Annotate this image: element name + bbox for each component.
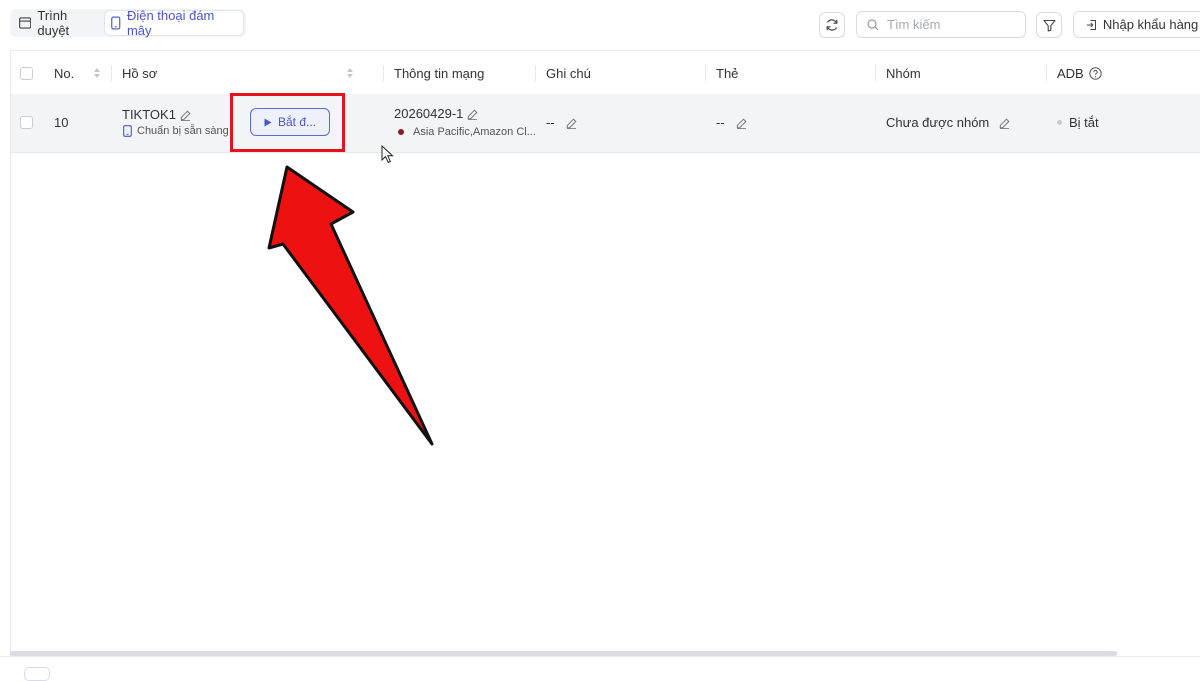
col-profile[interactable]: Hồ sơ	[122, 51, 157, 95]
highlight-box	[230, 93, 345, 152]
toolbar: Trình duyệt Điện thoại đám mây Nhập khẩu…	[0, 0, 1200, 48]
edit-icon[interactable]	[736, 118, 747, 130]
tag-cell: --	[716, 115, 747, 130]
network-region: Asia Pacific,Amazon Cl...	[398, 126, 536, 138]
edit-icon[interactable]	[467, 109, 478, 121]
network-id-cell: 20260429-1	[394, 106, 478, 121]
tag-value: --	[716, 115, 725, 130]
row-no: 10	[54, 115, 69, 130]
col-adb[interactable]: ADB	[1057, 51, 1102, 95]
sort-icon[interactable]	[346, 67, 354, 79]
col-profile-label: Hồ sơ	[122, 65, 158, 81]
table-row[interactable]: 10 TIKTOK1 Chuẩn bị sẵn sàng Bắt đ... 20…	[11, 94, 1200, 153]
group-cell: Chưa được nhóm	[886, 115, 1010, 130]
bottom-bar	[0, 656, 1200, 681]
network-region-text: Asia Pacific,Amazon Cl...	[413, 126, 536, 138]
browser-icon	[19, 17, 32, 29]
search-icon	[867, 18, 879, 30]
group-value: Chưa được nhóm	[886, 115, 990, 130]
tab-cloud-phone-label: Điện thoại đám mây	[126, 8, 215, 38]
tab-browser[interactable]: Trình duyệt	[13, 8, 105, 38]
edit-icon[interactable]	[999, 118, 1010, 130]
column-divider[interactable]	[383, 65, 384, 81]
col-no[interactable]: No.	[54, 51, 74, 95]
network-id: 20260429-1	[394, 106, 464, 121]
search-input[interactable]	[885, 16, 1019, 33]
col-network[interactable]: Thông tin mạng	[394, 51, 484, 95]
column-divider[interactable]	[1046, 65, 1047, 81]
col-note-label: Ghi chú	[546, 65, 591, 81]
col-tag-label: Thẻ	[716, 65, 739, 81]
edit-icon[interactable]	[566, 118, 577, 130]
note-cell: --	[546, 115, 577, 130]
column-divider[interactable]	[111, 65, 112, 81]
col-network-label: Thông tin mạng	[394, 65, 485, 81]
select-all-checkbox[interactable]	[20, 66, 33, 80]
sort-icon[interactable]	[93, 67, 101, 79]
phone-icon	[111, 16, 121, 30]
batch-import-label: Nhập khẩu hàng lo	[1102, 17, 1200, 32]
tab-cloud-phone[interactable]: Điện thoại đám mây	[105, 8, 243, 38]
tab-browser-label: Trình duyệt	[37, 8, 70, 38]
table-header: No. Hồ sơ Thông tin mạng Ghi chú Thẻ Nhó…	[11, 50, 1200, 96]
refresh-icon	[826, 19, 838, 31]
profile-name-cell: TIKTOK1	[122, 107, 191, 122]
view-switcher: Trình duyệt Điện thoại đám mây	[10, 8, 246, 38]
profile-table: No. Hồ sơ Thông tin mạng Ghi chú Thẻ Nhó…	[10, 50, 1200, 665]
filter-icon	[1042, 19, 1056, 32]
column-divider[interactable]	[535, 65, 536, 81]
filter-button[interactable]	[1036, 12, 1062, 38]
help-icon[interactable]	[1089, 66, 1102, 80]
profile-status: Chuẩn bị sẵn sàng	[123, 125, 229, 137]
profile-status-text: Chuẩn bị sẵn sàng	[137, 125, 229, 137]
column-divider[interactable]	[705, 65, 706, 81]
col-note[interactable]: Ghi chú	[546, 51, 591, 95]
column-divider[interactable]	[875, 65, 876, 81]
select-all-cell	[20, 51, 33, 95]
adb-status: Bị tắt	[1069, 115, 1099, 130]
batch-import-button[interactable]: Nhập khẩu hàng lo	[1073, 11, 1200, 38]
profile-name: TIKTOK1	[122, 107, 176, 122]
adb-cell: Bị tắt	[1057, 115, 1099, 130]
row-select-cell	[20, 116, 33, 129]
col-tag[interactable]: Thẻ	[716, 51, 738, 95]
col-group[interactable]: Nhóm	[886, 51, 921, 95]
refresh-button[interactable]	[819, 12, 845, 38]
edit-icon[interactable]	[180, 110, 191, 122]
region-dot	[398, 129, 404, 135]
note-value: --	[546, 115, 555, 130]
adb-status-dot	[1057, 120, 1062, 125]
red-arrow-annotation	[267, 165, 434, 446]
import-icon	[1086, 19, 1096, 30]
row-checkbox[interactable]	[20, 116, 33, 129]
phone-icon	[123, 125, 132, 137]
search-box[interactable]	[856, 11, 1026, 38]
pagination-button[interactable]	[24, 667, 50, 681]
col-group-label: Nhóm	[886, 65, 921, 81]
col-no-label: No.	[54, 65, 75, 81]
col-adb-label: ADB	[1057, 65, 1084, 81]
